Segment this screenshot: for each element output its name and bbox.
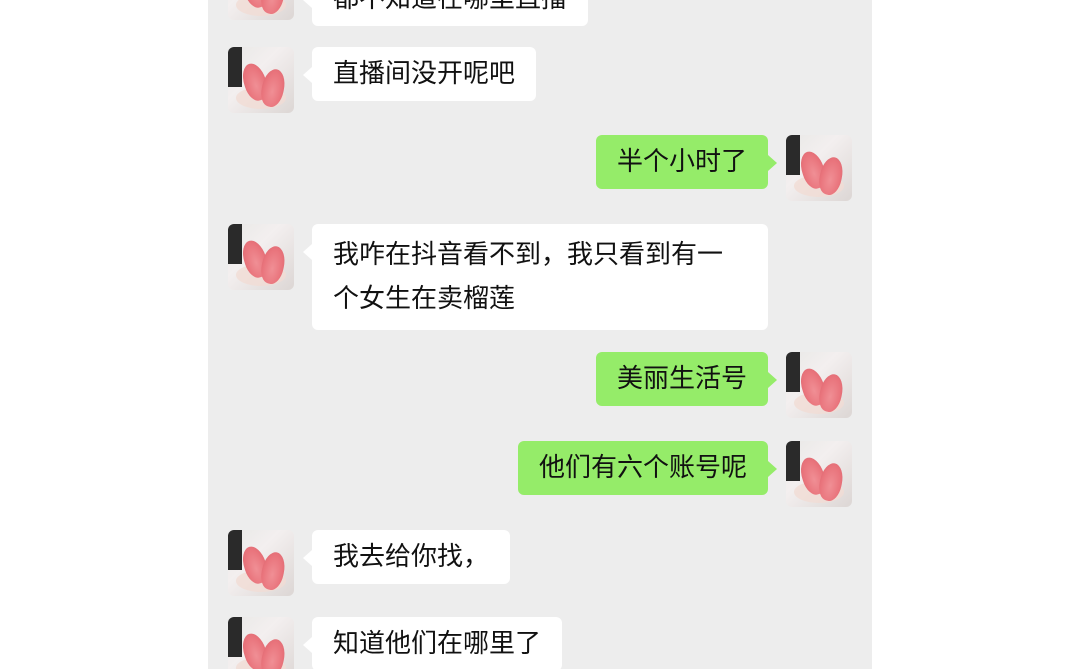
contact-avatar[interactable] xyxy=(228,617,294,669)
message-bubble[interactable]: 知道他们在哪里了 xyxy=(302,617,563,669)
message-bubble[interactable]: 我去给你找， xyxy=(302,530,511,584)
message-incoming: 直播间没开呢吧 xyxy=(208,47,872,115)
message-bubble[interactable]: 半个小时了 xyxy=(595,135,778,189)
my-avatar[interactable] xyxy=(786,441,852,507)
chat-panel[interactable]: 都不知道在哪里直播 直播间没开呢吧 半个小时了 我咋在抖音看不到，我只看到有一个… xyxy=(208,0,872,669)
message-bubble[interactable]: 美丽生活号 xyxy=(595,352,778,406)
message-bubble[interactable]: 直播间没开呢吧 xyxy=(302,47,537,101)
message-bubble[interactable]: 他们有六个账号呢 xyxy=(517,441,778,495)
page-margin-left xyxy=(0,0,208,669)
message-incoming: 都不知道在哪里直播 xyxy=(208,0,872,26)
message-incoming: 我咋在抖音看不到，我只看到有一个女生在卖榴莲 xyxy=(208,224,872,334)
message-incoming: 知道他们在哪里了 xyxy=(208,617,872,669)
contact-avatar[interactable] xyxy=(228,224,294,290)
message-bubble[interactable]: 我咋在抖音看不到，我只看到有一个女生在卖榴莲 xyxy=(303,224,768,330)
contact-avatar[interactable] xyxy=(228,47,294,113)
message-outgoing: 半个小时了 xyxy=(208,135,872,203)
message-bubble[interactable]: 都不知道在哪里直播 xyxy=(302,0,589,26)
message-incoming: 我去给你找， xyxy=(208,530,872,598)
my-avatar[interactable] xyxy=(786,352,852,418)
message-outgoing: 美丽生活号 xyxy=(208,352,872,420)
contact-avatar[interactable] xyxy=(228,530,294,596)
page-margin-right xyxy=(872,0,1080,669)
my-avatar[interactable] xyxy=(786,135,852,201)
contact-avatar[interactable] xyxy=(228,0,294,20)
message-outgoing: 他们有六个账号呢 xyxy=(208,441,872,509)
